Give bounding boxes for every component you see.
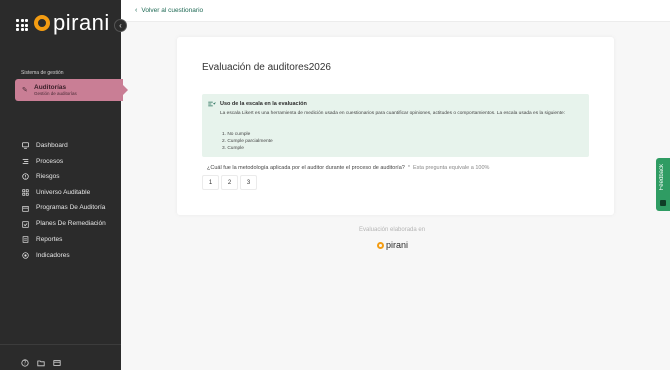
sidebar-item-riesgos[interactable]: Riesgos bbox=[22, 169, 118, 185]
made-with-label: Evaluación elaborada en bbox=[359, 227, 426, 233]
alert-circle-icon bbox=[22, 173, 29, 180]
feedback-icon bbox=[660, 200, 666, 206]
scale-list: 1. No cumple 2. Cumple parcialmente 3. C… bbox=[222, 131, 273, 152]
sidebar-item-dashboard[interactable]: Dashboard bbox=[22, 138, 118, 154]
sidebar-item-reportes[interactable]: Reportes bbox=[22, 232, 118, 248]
active-module-auditorias[interactable]: ✎ Auditorías Gestión de auditorías bbox=[15, 79, 128, 101]
help-icon[interactable]: ? bbox=[21, 354, 29, 367]
option-2-button[interactable]: 2 bbox=[221, 175, 238, 190]
module-subtitle: Gestión de auditorías bbox=[34, 90, 77, 96]
logo-ring-icon bbox=[377, 242, 384, 249]
sidebar-item-programas-de-auditoria[interactable]: Programas De Auditoría bbox=[22, 200, 118, 216]
info-title: Uso de la escala en la evaluación bbox=[220, 101, 307, 107]
evaluation-card: Evaluación de auditores2026 Uso de la es… bbox=[177, 37, 614, 215]
sidebar-item-indicadores[interactable]: Indicadores bbox=[22, 248, 118, 264]
question-weight: Esta pregunta equivale a 100% bbox=[412, 165, 490, 171]
calendar-icon bbox=[22, 205, 29, 212]
target-icon bbox=[22, 252, 29, 259]
report-icon bbox=[22, 236, 29, 243]
chevron-left-icon: ‹ bbox=[119, 21, 122, 30]
chevron-left-icon: ‹ bbox=[135, 7, 138, 14]
sidebar-item-planes-de-remediacion[interactable]: Planes De Remediación bbox=[22, 216, 118, 232]
sidebar-item-procesos[interactable]: Procesos bbox=[22, 154, 118, 170]
apps-grid-icon[interactable] bbox=[16, 19, 28, 31]
monitor-icon bbox=[22, 142, 29, 149]
pencil-icon: ✎ bbox=[22, 86, 28, 94]
folder-icon[interactable] bbox=[37, 354, 45, 367]
logo-ring-icon bbox=[34, 15, 50, 31]
collapse-sidebar-button[interactable]: ‹ bbox=[114, 19, 127, 32]
list-item: 3. Cumple bbox=[222, 146, 244, 151]
sidebar-footer: ? bbox=[0, 344, 121, 370]
feedback-label: Feedback bbox=[659, 164, 665, 191]
scale-icon bbox=[208, 101, 216, 107]
card-icon[interactable] bbox=[53, 354, 61, 366]
list-item: 2. Cumple parcialmente bbox=[222, 139, 273, 144]
footer-pirani-logo: pirani bbox=[377, 241, 408, 250]
list-item: 1. No cumple bbox=[222, 132, 251, 137]
feedback-tab[interactable]: Feedback bbox=[656, 158, 670, 211]
sidebar-item-universo-auditable[interactable]: Universo Auditable bbox=[22, 185, 118, 201]
answer-options: 1 2 3 bbox=[202, 175, 257, 190]
sidebar: pirani Sistema de gestión ✎ Auditorías G… bbox=[0, 0, 128, 370]
topbar: ‹ Volver al cuestionario bbox=[121, 0, 670, 22]
checkbox-icon bbox=[22, 220, 29, 228]
back-to-questionnaire-link[interactable]: ‹ Volver al cuestionario bbox=[135, 7, 203, 14]
pirani-logo[interactable]: pirani bbox=[34, 12, 110, 34]
option-1-button[interactable]: 1 bbox=[202, 175, 219, 190]
grid-icon bbox=[22, 189, 29, 196]
page-title: Evaluación de auditores2026 bbox=[202, 62, 331, 73]
section-label: Sistema de gestión bbox=[21, 70, 64, 76]
scale-info-box: Uso de la escala en la evaluación La esc… bbox=[202, 94, 589, 157]
option-3-button[interactable]: 3 bbox=[240, 175, 257, 190]
info-description: La escala Likert es una herramienta de m… bbox=[220, 111, 566, 116]
question-text: ¿Cuál fue la metodología aplicada por el… bbox=[207, 165, 405, 171]
question-row: ¿Cuál fue la metodología aplicada por el… bbox=[207, 165, 489, 171]
required-asterisk: * bbox=[407, 165, 410, 171]
module-title: Auditorías bbox=[34, 83, 67, 91]
list-icon bbox=[22, 158, 29, 165]
sidebar-nav: Dashboard Procesos Riesgos Universo Audi… bbox=[22, 138, 118, 263]
